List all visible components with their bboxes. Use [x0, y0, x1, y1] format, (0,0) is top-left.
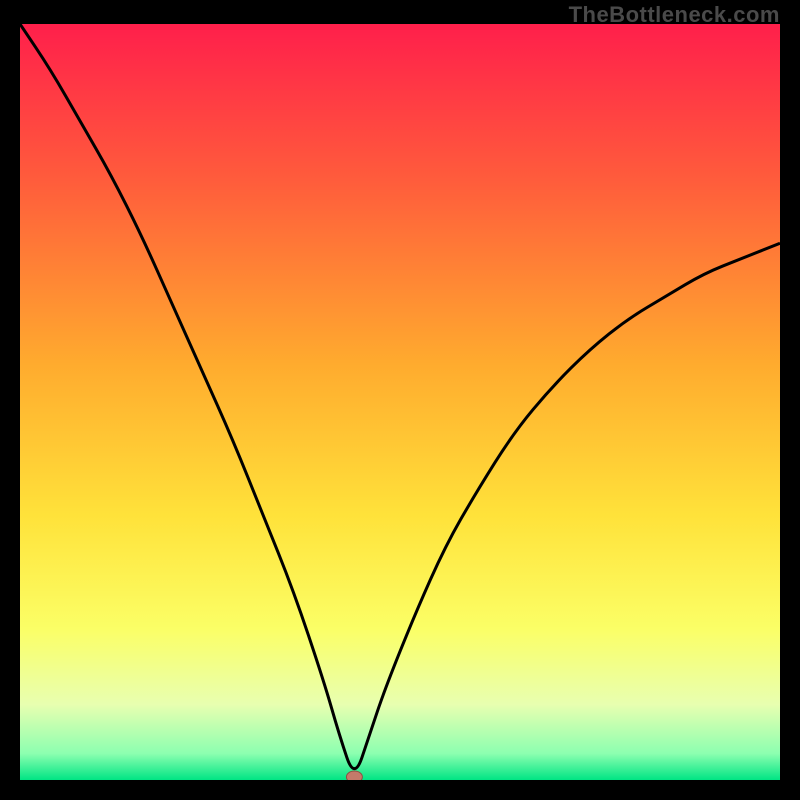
optimal-point-marker: [346, 771, 362, 780]
bottleneck-chart: [20, 24, 780, 780]
chart-frame: TheBottleneck.com: [0, 0, 800, 800]
plot-area: [20, 24, 780, 780]
gradient-background: [20, 24, 780, 780]
